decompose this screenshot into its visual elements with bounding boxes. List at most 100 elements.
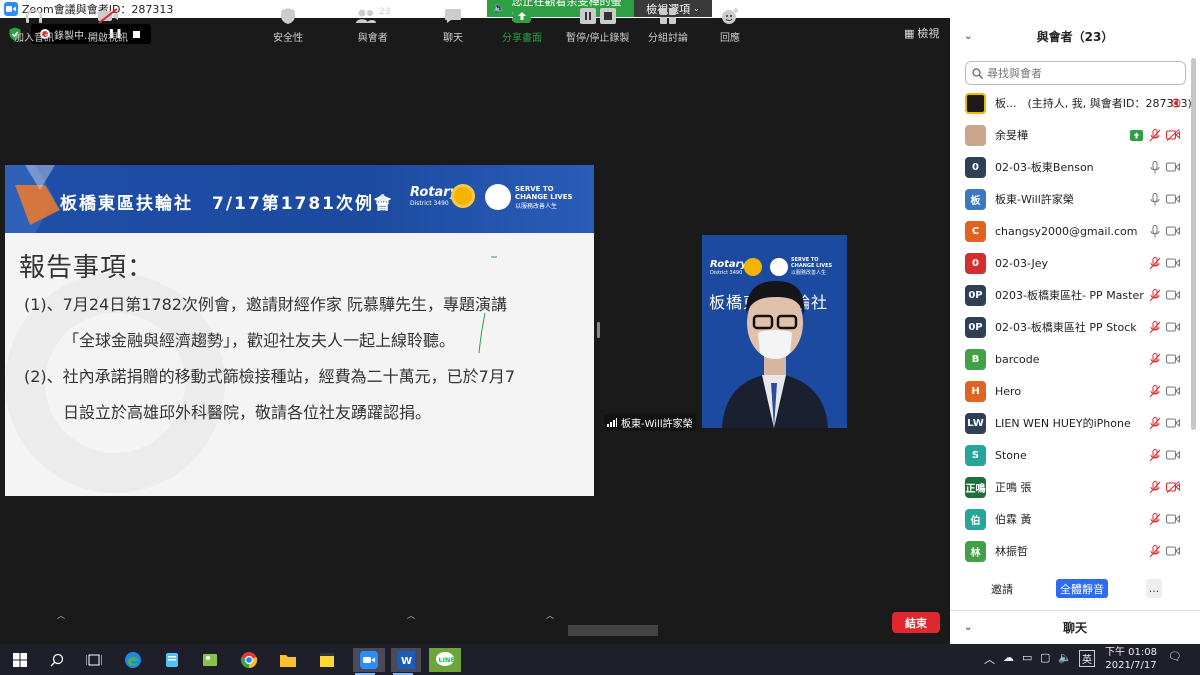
video-camera-icon[interactable] xyxy=(1166,256,1180,270)
share-screen-label: 分享畫面 xyxy=(502,33,542,44)
volume-tray-icon[interactable]: 🔈 xyxy=(1058,651,1072,664)
participant-row[interactable]: S Stone xyxy=(950,439,1190,471)
view-layout-button[interactable]: ▦ 檢視 xyxy=(904,25,939,41)
chat-collapse-chevron-icon[interactable]: ⌄ xyxy=(964,622,972,633)
video-camera-icon[interactable] xyxy=(1166,448,1180,462)
microphone-muted-icon[interactable] xyxy=(1148,480,1162,494)
search-taskbar-icon[interactable] xyxy=(45,648,69,672)
participant-list-scrollbar[interactable] xyxy=(1191,58,1196,430)
item1-line2: 「全球金融與經濟趨勢」，歡迎社友夫人一起上線聆聽。 xyxy=(63,331,456,350)
start-video-button[interactable]: 開啟視訊 xyxy=(88,6,128,44)
participant-row[interactable]: H Hero xyxy=(950,375,1190,407)
participant-row[interactable]: LW LIEN WEN HUEY的iPhone xyxy=(950,407,1190,439)
file-explorer-icon[interactable] xyxy=(276,648,300,672)
onedrive-tray-icon[interactable]: ☁ xyxy=(1003,651,1014,664)
start-menu-icon[interactable] xyxy=(8,648,32,672)
participant-row[interactable]: 余旻樺 xyxy=(950,119,1190,151)
system-clock[interactable]: 下午 01:08 2021/7/17 xyxy=(1103,646,1159,672)
participants-button[interactable]: 23 與會者 xyxy=(355,6,390,44)
microphone-muted-icon[interactable] xyxy=(1148,448,1162,462)
microphone-icon[interactable] xyxy=(1148,224,1162,238)
video-camera-icon[interactable] xyxy=(1166,512,1180,526)
microphone-muted-icon[interactable] xyxy=(1148,384,1162,398)
task-view-icon[interactable] xyxy=(82,648,106,672)
slide-body: 報告事項： (1)、7月24日第1782次例會，邀請財經作家 阮慕驊先生，專題演… xyxy=(5,233,594,496)
join-audio-button[interactable]: 加入音訊 xyxy=(14,6,54,44)
microphone-muted-icon[interactable] xyxy=(1148,288,1162,302)
share-screen-button[interactable]: 分享畫面 xyxy=(502,6,542,44)
splitter-handle[interactable] xyxy=(597,322,600,338)
zoom-taskbar-icon[interactable] xyxy=(353,648,385,675)
video-muted-icon[interactable] xyxy=(1166,128,1180,142)
participant-name: barcode xyxy=(995,352,1040,366)
share-options-caret-icon[interactable]: ︿ xyxy=(546,610,554,621)
invite-button[interactable]: 邀請 xyxy=(985,579,1019,598)
participant-row[interactable]: 伯伯霖 黃 xyxy=(950,503,1190,535)
stop-recording-icon[interactable] xyxy=(132,30,140,38)
audio-options-caret-icon[interactable]: ︿ xyxy=(57,610,65,621)
microphone-muted-icon[interactable] xyxy=(1148,320,1162,334)
photos-app-icon[interactable] xyxy=(198,648,222,672)
line-app-icon[interactable]: LINE xyxy=(429,648,461,672)
more-options-button[interactable]: ... xyxy=(1146,579,1162,598)
reactions-button[interactable]: 回應 xyxy=(720,6,740,44)
speaker-video-tile[interactable]: Rotary District 3490 SERVE TO CHANGE LIV… xyxy=(702,235,847,428)
notepad-app-icon[interactable] xyxy=(160,648,184,672)
video-camera-icon[interactable] xyxy=(1166,384,1180,398)
edge-browser-icon[interactable] xyxy=(121,648,145,672)
chat-panel-header[interactable]: ⌄ 聊天 xyxy=(950,610,1200,644)
video-camera-icon[interactable] xyxy=(1166,416,1180,430)
security-button[interactable]: 安全性 xyxy=(273,6,303,44)
pause-stop-recording-button[interactable]: 暫停/停止錄製 xyxy=(566,6,629,44)
video-camera-icon[interactable] xyxy=(1166,544,1180,558)
video-camera-icon[interactable] xyxy=(1166,224,1180,238)
mute-all-button[interactable]: 全體靜音 xyxy=(1056,579,1108,598)
microphone-muted-icon[interactable] xyxy=(1148,416,1162,430)
microphone-muted-icon[interactable] xyxy=(1148,128,1162,142)
video-camera-icon[interactable] xyxy=(1166,352,1180,366)
participant-name: Hero xyxy=(995,384,1022,398)
participant-name: Stone xyxy=(995,448,1027,462)
microphone-muted-icon[interactable] xyxy=(1148,544,1162,558)
microphone-icon[interactable] xyxy=(1148,160,1162,174)
annotation-mark xyxy=(478,256,497,354)
chrome-browser-icon[interactable] xyxy=(237,648,261,672)
sticky-notes-icon[interactable] xyxy=(315,648,339,672)
participant-search[interactable] xyxy=(965,61,1186,85)
microphone-muted-icon[interactable] xyxy=(1148,352,1162,366)
participant-row[interactable]: Bbarcode xyxy=(950,343,1190,375)
ime-indicator[interactable]: 英 xyxy=(1079,650,1095,667)
chat-label: 聊天 xyxy=(443,33,463,44)
microphone-muted-icon[interactable] xyxy=(1148,512,1162,526)
video-camera-icon[interactable] xyxy=(1166,192,1180,206)
participant-row[interactable]: Cchangsy2000@gmail.com xyxy=(950,215,1190,247)
word-app-icon[interactable]: W xyxy=(391,648,421,675)
chat-button[interactable]: 聊天 xyxy=(443,6,463,44)
participants-options-caret-icon[interactable]: ︿ xyxy=(407,610,415,621)
participant-row[interactable]: 板... (主持人, 我, 與會者ID：287313) xyxy=(950,87,1192,119)
collapse-chevron-icon[interactable]: ⌄ xyxy=(964,31,972,42)
theme-badge-icon xyxy=(485,184,511,210)
video-camera-icon[interactable] xyxy=(1166,320,1180,334)
notification-center-icon[interactable]: 🗨 xyxy=(1168,650,1182,663)
tray-overflow-caret-icon[interactable]: ︿ xyxy=(984,651,995,667)
end-meeting-button[interactable]: 結束 xyxy=(892,612,940,633)
video-camera-icon[interactable] xyxy=(1166,160,1180,174)
participant-row[interactable]: 0P 02-03-板橋東區社 PP Stock xyxy=(950,311,1190,343)
participant-name: 余旻樺 xyxy=(995,129,1028,142)
microphone-muted-icon[interactable] xyxy=(1148,256,1162,270)
microphone-icon[interactable] xyxy=(1148,192,1162,206)
breakout-rooms-button[interactable]: 分組討論 xyxy=(648,6,688,44)
video-muted-icon[interactable] xyxy=(1166,480,1180,494)
reactions-icon xyxy=(722,8,739,24)
participant-row[interactable]: 0 02-03-板東Benson xyxy=(950,151,1190,183)
participant-row[interactable]: 林林振哲 xyxy=(950,535,1190,567)
network-tray-icon[interactable]: ▢ xyxy=(1040,651,1050,664)
participant-row[interactable]: 0P 0203-板橋東區社- PP Master xyxy=(950,279,1190,311)
participant-search-input[interactable] xyxy=(987,66,1177,80)
participant-row[interactable]: 正鳴 正鳴 張 xyxy=(950,471,1190,503)
video-camera-icon[interactable] xyxy=(1166,288,1180,302)
power-tray-icon[interactable]: ▭ xyxy=(1022,651,1032,664)
participant-row[interactable]: 0 02-03-Jey xyxy=(950,247,1190,279)
participant-row[interactable]: 板板東-Will許家榮 xyxy=(950,183,1190,215)
